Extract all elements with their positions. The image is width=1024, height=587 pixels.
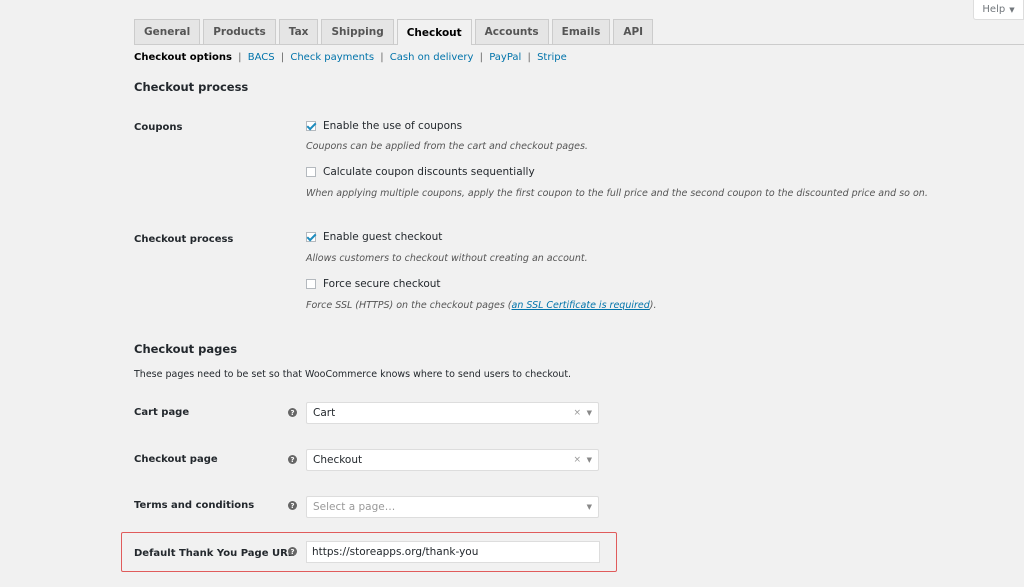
secure-checkout-description: Force SSL (HTTPS) on the checkout pages …: [306, 300, 657, 311]
thank-you-url-input[interactable]: https://storeapps.org/thank-you: [306, 541, 600, 563]
checkout-pages-note: These pages need to be set so that WooCo…: [134, 369, 572, 380]
clear-icon[interactable]: ×: [573, 455, 581, 465]
clear-icon[interactable]: ×: [573, 408, 581, 418]
sequential-coupons-checkbox[interactable]: [306, 167, 316, 177]
checkout-subsections: Checkout options | BACS | Check payments…: [134, 52, 567, 63]
subsection-separator: |: [527, 52, 531, 63]
guest-checkout-label[interactable]: Enable guest checkout: [323, 231, 442, 243]
checkout-process-label: Checkout process: [134, 234, 234, 245]
tabs-divider: [134, 44, 1024, 45]
checkout-page-select[interactable]: Checkout × ▼: [306, 449, 599, 471]
cart-page-label: Cart page: [134, 407, 190, 418]
secure-checkout-checkbox[interactable]: [306, 279, 316, 289]
help-tip-icon[interactable]: ?: [288, 547, 297, 556]
active-tab-gap: [397, 44, 471, 45]
thank-you-url-label: Default Thank You Page URL: [134, 548, 295, 559]
enable-coupons-label[interactable]: Enable the use of coupons: [323, 120, 462, 132]
secure-checkout-label[interactable]: Force secure checkout: [323, 278, 441, 290]
tab-api[interactable]: API: [613, 19, 654, 44]
terms-page-select[interactable]: Select a page… ▼: [306, 496, 599, 518]
tab-products[interactable]: Products: [203, 19, 276, 44]
ssl-certificate-link[interactable]: an SSL Certificate is required: [512, 300, 650, 311]
secure-desc-prefix: Force SSL (HTTPS) on the checkout pages …: [306, 300, 512, 311]
section-title-checkout-process: Checkout process: [134, 80, 249, 94]
subsection-bacs[interactable]: BACS: [248, 52, 275, 63]
help-tab-button[interactable]: Help ▼: [973, 0, 1024, 20]
cart-page-select[interactable]: Cart × ▼: [306, 402, 599, 424]
caret-down-icon: ▼: [1009, 5, 1015, 14]
subsection-separator: |: [280, 52, 285, 63]
sequential-coupons-description: When applying multiple coupons, apply th…: [306, 188, 928, 199]
tab-shipping[interactable]: Shipping: [321, 19, 394, 44]
enable-coupons-description: Coupons can be applied from the cart and…: [306, 141, 588, 152]
subsection-checkout-options[interactable]: Checkout options: [134, 52, 232, 63]
tab-checkout[interactable]: Checkout: [396, 19, 472, 45]
subsection-check-payments[interactable]: Check payments: [290, 52, 374, 63]
settings-tabs: General Products Tax Shipping Checkout A…: [134, 19, 656, 45]
subsection-paypal[interactable]: PayPal: [489, 52, 521, 63]
tab-accounts[interactable]: Accounts: [474, 19, 549, 44]
subsection-separator: |: [380, 52, 384, 63]
checkout-page-label: Checkout page: [134, 454, 218, 465]
secure-desc-suffix: ).: [649, 300, 657, 311]
enable-coupons-checkbox[interactable]: [306, 121, 316, 131]
tab-tax[interactable]: Tax: [278, 19, 319, 44]
section-title-checkout-pages: Checkout pages: [134, 342, 238, 356]
dropdown-arrow-icon[interactable]: ▼: [587, 409, 592, 417]
subsection-separator: |: [479, 52, 483, 63]
subsection-cash-on-delivery[interactable]: Cash on delivery: [390, 52, 474, 63]
terms-page-placeholder: Select a page…: [313, 501, 396, 513]
sequential-coupons-label[interactable]: Calculate coupon discounts sequentially: [323, 166, 535, 178]
tab-general[interactable]: General: [134, 19, 201, 44]
help-tip-icon[interactable]: ?: [288, 501, 297, 510]
secure-checkout-option[interactable]: Force secure checkout: [306, 278, 441, 290]
help-tip-icon[interactable]: ?: [288, 455, 297, 464]
terms-page-label: Terms and conditions: [134, 500, 255, 511]
enable-coupons-option[interactable]: Enable the use of coupons: [306, 120, 462, 132]
checkout-page-value: Checkout: [313, 454, 363, 466]
help-label: Help: [982, 4, 1006, 15]
subsection-separator: |: [238, 52, 242, 63]
cart-page-value: Cart: [313, 407, 336, 419]
dropdown-arrow-icon[interactable]: ▼: [587, 503, 592, 511]
coupons-label: Coupons: [134, 122, 183, 133]
dropdown-arrow-icon[interactable]: ▼: [587, 456, 592, 464]
guest-checkout-option[interactable]: Enable guest checkout: [306, 231, 442, 243]
tab-emails[interactable]: Emails: [551, 19, 611, 44]
subsection-stripe[interactable]: Stripe: [537, 52, 567, 63]
help-tip-icon[interactable]: ?: [288, 408, 297, 417]
guest-checkout-checkbox[interactable]: [306, 232, 316, 242]
sequential-coupons-option[interactable]: Calculate coupon discounts sequentially: [306, 166, 535, 178]
guest-checkout-description: Allows customers to checkout without cre…: [306, 253, 588, 264]
